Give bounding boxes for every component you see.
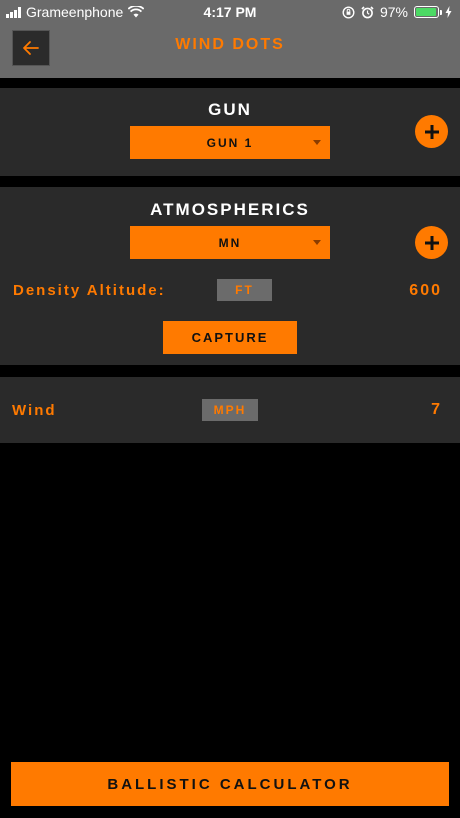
plus-icon — [424, 235, 439, 250]
wind-section: Wind MPH 7 — [0, 377, 460, 443]
gun-title: GUN — [208, 100, 252, 119]
capture-button[interactable]: CAPTURE — [163, 321, 297, 354]
density-altitude-value: 600 — [409, 282, 442, 299]
app-header: WIND DOTS — [0, 24, 460, 78]
add-gun-button[interactable] — [415, 115, 448, 148]
battery-icon — [414, 6, 442, 18]
chevron-down-icon — [313, 240, 321, 245]
add-atmospherics-button[interactable] — [415, 226, 448, 259]
battery-percent: 97% — [379, 4, 408, 20]
atmospherics-section: ATMOSPHERICS MN Density Altitude: FT 600… — [0, 187, 460, 365]
wind-value: 7 — [431, 401, 442, 418]
orientation-lock-icon — [342, 5, 355, 19]
ballistic-calculator-button[interactable]: BALLISTIC CALCULATOR — [11, 762, 449, 806]
plus-icon — [424, 124, 439, 139]
wind-unit-button[interactable]: MPH — [202, 399, 258, 421]
atmospherics-select[interactable]: MN — [130, 226, 330, 259]
charging-icon — [445, 6, 452, 18]
chevron-down-icon — [313, 140, 321, 145]
density-altitude-unit-button[interactable]: FT — [217, 279, 272, 301]
battery-fill — [416, 8, 437, 16]
wind-label: Wind — [12, 402, 57, 419]
atmospherics-select-value: MN — [218, 235, 242, 250]
gun-section: GUN GUN 1 — [0, 88, 460, 176]
density-altitude-label: Density Altitude: — [13, 282, 166, 299]
gun-select-value: GUN 1 — [206, 135, 254, 150]
status-bar: Grameenphone 4:17 PM 97% — [0, 0, 460, 24]
status-right: 97% — [342, 4, 452, 20]
gun-select[interactable]: GUN 1 — [130, 126, 330, 159]
atmospherics-title: ATMOSPHERICS — [150, 200, 310, 219]
page-title: WIND DOTS — [175, 36, 285, 53]
alarm-icon — [361, 5, 374, 18]
